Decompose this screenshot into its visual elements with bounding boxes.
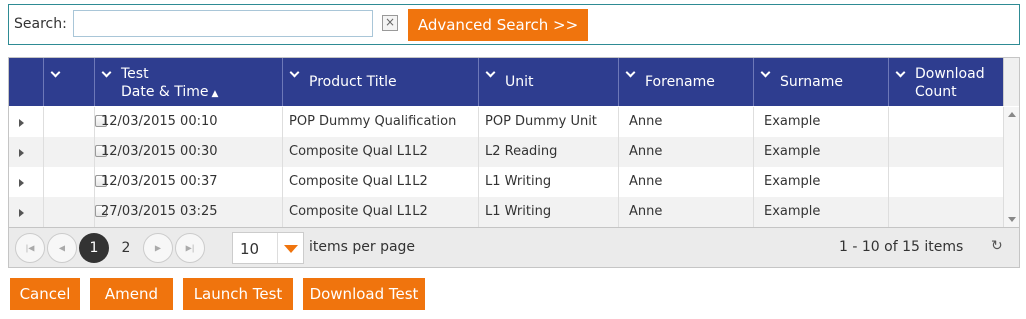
column-header-product[interactable]: Product Title — [282, 58, 478, 106]
previous-page-button[interactable]: ◀ — [47, 233, 77, 263]
cell-date: 12/03/2015 00:37 — [94, 167, 282, 197]
cell-download-count — [888, 137, 1003, 167]
cell-forename: Anne — [618, 167, 753, 197]
column-header-surname-label: Surname — [780, 74, 843, 90]
column-menu-icon[interactable] — [289, 67, 300, 78]
cell-forename: Anne — [618, 107, 753, 137]
column-header-download-count[interactable]: Download Count — [888, 58, 1003, 106]
next-page-button[interactable]: ▶ — [143, 233, 173, 263]
column-menu-icon[interactable] — [485, 67, 496, 78]
expand-arrow-icon[interactable] — [19, 179, 24, 187]
cell-unit: L1 Writing — [478, 167, 618, 197]
cell-product: Composite Qual L1L2 — [282, 137, 478, 167]
table-row[interactable]: 12/03/2015 00:37 Composite Qual L1L2 L1 … — [9, 167, 1003, 197]
item-count-text: 1 - 10 of 15 items — [839, 239, 964, 255]
expand-arrow-icon[interactable] — [19, 119, 24, 127]
column-header-product-label: Product Title — [309, 74, 397, 90]
expand-arrow-icon[interactable] — [19, 209, 24, 217]
cell-date: 12/03/2015 00:30 — [94, 137, 282, 167]
cell-download-count — [888, 107, 1003, 137]
cell-download-count — [888, 197, 1003, 227]
advanced-search-button[interactable]: Advanced Search >> — [408, 9, 588, 41]
column-header-download-line1: Download — [915, 66, 985, 82]
column-header-surname[interactable]: Surname — [753, 58, 888, 106]
cell-product: Composite Qual L1L2 — [282, 197, 478, 227]
table-row[interactable]: 12/03/2015 00:10 POP Dummy Qualification… — [9, 107, 1003, 137]
cell-product: POP Dummy Qualification — [282, 107, 478, 137]
column-menu-icon[interactable] — [625, 67, 636, 78]
cell-date: 12/03/2015 00:10 — [94, 107, 282, 137]
first-page-button[interactable]: |◀ — [15, 233, 45, 263]
cell-surname: Example — [753, 137, 888, 167]
launch-test-button[interactable]: Launch Test — [183, 278, 293, 310]
column-menu-icon[interactable] — [50, 67, 61, 78]
column-header-date-line1: Test — [121, 66, 149, 82]
items-per-page-label: items per page — [309, 239, 416, 255]
column-header-date[interactable]: Test Date & Time ▲ — [94, 58, 282, 106]
page-1-button[interactable]: 1 — [79, 233, 109, 263]
cancel-button[interactable]: Cancel — [10, 278, 80, 310]
last-page-button[interactable]: ▶| — [175, 233, 205, 263]
pager: |◀ ◀ 1 2 ▶ ▶| 10 items per page 1 - 10 o… — [9, 227, 1019, 267]
cell-surname: Example — [753, 197, 888, 227]
column-header-forename-label: Forename — [645, 74, 715, 90]
cell-surname: Example — [753, 167, 888, 197]
scroll-up-icon[interactable] — [1008, 112, 1016, 117]
column-header-forename[interactable]: Forename — [618, 58, 753, 106]
table-row[interactable]: 12/03/2015 00:30 Composite Qual L1L2 L2 … — [9, 137, 1003, 167]
grid-body: 12/03/2015 00:10 POP Dummy Qualification… — [9, 107, 1003, 227]
column-header-select[interactable] — [43, 58, 94, 106]
next-page-icon: ▶ — [154, 243, 162, 253]
search-toolbar: Search: × Advanced Search >> — [8, 4, 1020, 45]
results-grid: Test Date & Time ▲ Product Title Unit For… — [8, 57, 1020, 268]
header-scroll-gutter — [1003, 58, 1019, 106]
dropdown-arrow-icon[interactable] — [277, 233, 303, 263]
cell-download-count — [888, 167, 1003, 197]
cell-unit: POP Dummy Unit — [478, 107, 618, 137]
cell-product: Composite Qual L1L2 — [282, 167, 478, 197]
grid-scrollbar[interactable] — [1003, 107, 1019, 227]
page-size-value: 10 — [240, 240, 260, 258]
cell-date: 27/03/2015 03:25 — [94, 197, 282, 227]
column-header-expand — [9, 58, 43, 106]
page-size-select[interactable]: 10 — [232, 232, 304, 264]
expand-arrow-icon[interactable] — [19, 149, 24, 157]
column-header-unit[interactable]: Unit — [478, 58, 618, 106]
column-header-download-line2: Count — [915, 84, 957, 100]
previous-page-icon: ◀ — [58, 243, 66, 253]
last-page-icon: ▶| — [185, 243, 195, 253]
cell-surname: Example — [753, 107, 888, 137]
amend-button[interactable]: Amend — [90, 278, 173, 310]
column-header-date-line2: Date & Time — [121, 84, 209, 100]
grid-header: Test Date & Time ▲ Product Title Unit For… — [9, 58, 1019, 106]
column-menu-icon[interactable] — [101, 67, 112, 78]
search-input[interactable] — [73, 10, 373, 37]
column-header-unit-label: Unit — [505, 74, 534, 90]
first-page-icon: |◀ — [25, 243, 35, 253]
search-label: Search: — [14, 16, 67, 32]
scroll-down-icon[interactable] — [1008, 217, 1016, 222]
table-row[interactable]: 27/03/2015 03:25 Composite Qual L1L2 L1 … — [9, 197, 1003, 227]
cell-unit: L2 Reading — [478, 137, 618, 167]
download-test-button[interactable]: Download Test — [303, 278, 425, 310]
column-menu-icon[interactable] — [760, 67, 771, 78]
cell-unit: L1 Writing — [478, 197, 618, 227]
cell-forename: Anne — [618, 137, 753, 167]
cell-forename: Anne — [618, 197, 753, 227]
page-2-button[interactable]: 2 — [111, 233, 141, 263]
clear-search-icon[interactable]: × — [382, 15, 398, 31]
refresh-icon[interactable]: ↻ — [991, 238, 1003, 254]
column-menu-icon[interactable] — [895, 67, 906, 78]
sort-ascending-icon: ▲ — [211, 89, 219, 99]
